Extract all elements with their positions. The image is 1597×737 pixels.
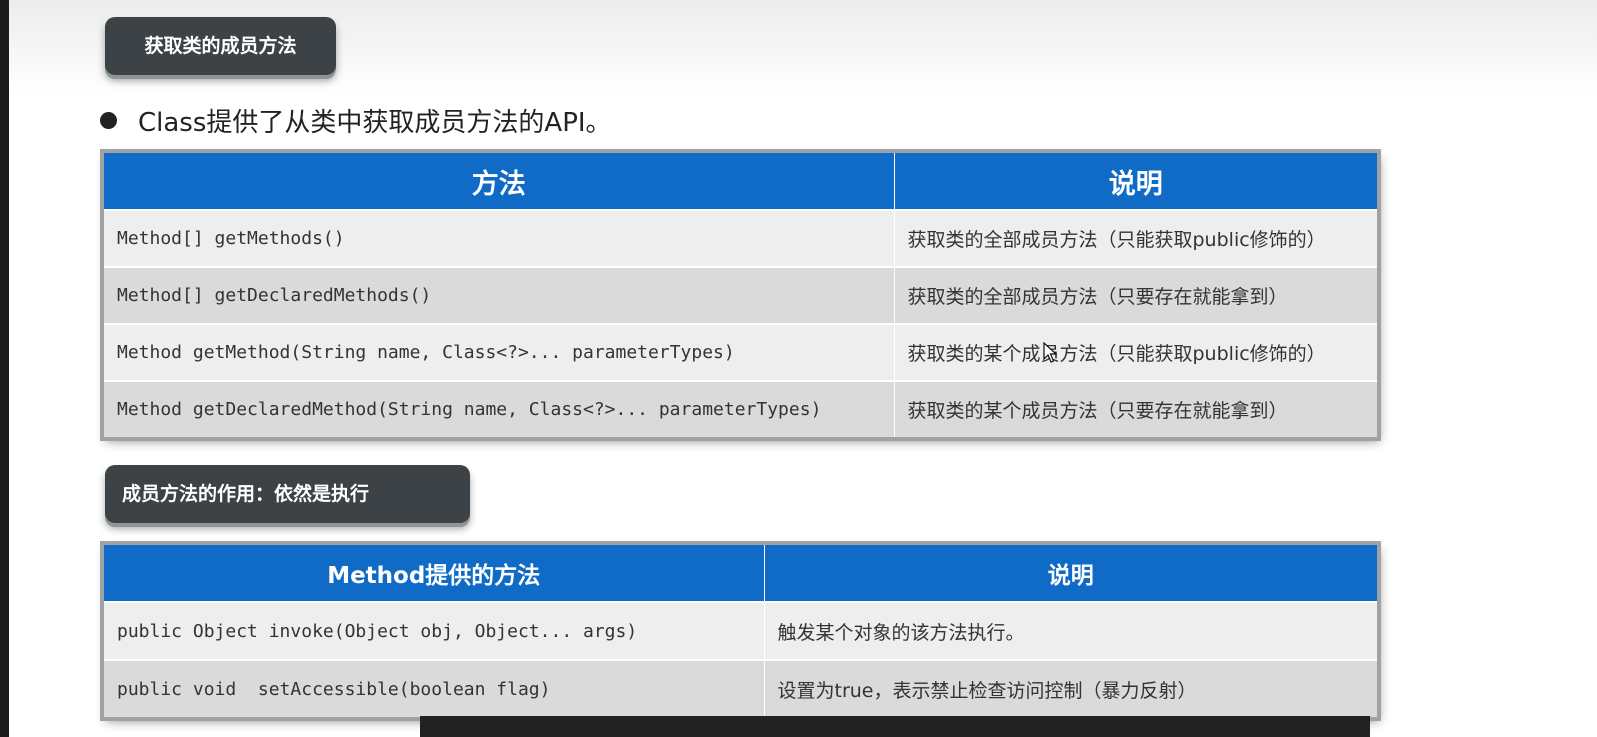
- table-row: Method[] getMethods() 获取类的全部成员方法（只能获取pub…: [104, 209, 1377, 267]
- column-header-method: 方法: [104, 153, 895, 210]
- table-row: public void setAccessible(boolean flag) …: [104, 659, 1377, 717]
- method-api-table: Method提供的方法 说明 public Object invoke(Obje…: [104, 545, 1377, 717]
- method-description-cell: 获取类的某个成员方法（只要存在就能拿到）: [894, 380, 1377, 437]
- bullet-text: Class提供了从类中获取成员方法的API。: [138, 107, 612, 138]
- class-methods-table: 方法 说明 Method[] getMethods() 获取类的全部成员方法（只…: [104, 153, 1377, 437]
- bullet-dot-icon: [100, 111, 117, 129]
- section-title-method-usage: 成员方法的作用：依然是执行: [105, 465, 470, 523]
- method-signature-cell: Method getDeclaredMethod(String name, Cl…: [104, 380, 895, 437]
- column-header-method: Method提供的方法: [104, 545, 765, 602]
- table-row: Method[] getDeclaredMethods() 获取类的全部成员方法…: [104, 266, 1377, 324]
- method-signature-cell: public Object invoke(Object obj, Object.…: [104, 601, 765, 660]
- method-description-cell: 获取类的某个成员方法（只能获取public修饰的）: [894, 323, 1377, 381]
- bullet-line: Class提供了从类中获取成员方法的API。: [100, 100, 612, 140]
- method-signature-cell: Method getMethod(String name, Class<?>..…: [104, 323, 895, 381]
- table-row: Method getDeclaredMethod(String name, Cl…: [104, 380, 1377, 437]
- column-header-description: 说明: [894, 153, 1377, 210]
- method-description-cell: 获取类的全部成员方法（只要存在就能拿到）: [894, 266, 1377, 324]
- method-description-cell: 设置为true，表示禁止检查访问控制（暴力反射）: [764, 659, 1377, 717]
- column-header-description: 说明: [764, 545, 1377, 602]
- section-title-get-methods: 获取类的成员方法: [105, 17, 336, 75]
- method-description-cell: 触发某个对象的该方法执行。: [764, 601, 1377, 660]
- table-row: Method getMethod(String name, Class<?>..…: [104, 323, 1377, 381]
- video-subtitle-strip: [420, 716, 1370, 737]
- method-description-cell: 获取类的全部成员方法（只能获取public修饰的）: [894, 209, 1377, 267]
- table-row: public Object invoke(Object obj, Object.…: [104, 601, 1377, 660]
- table-header-row: Method提供的方法 说明: [104, 545, 1377, 602]
- method-signature-cell: public void setAccessible(boolean flag): [104, 659, 765, 717]
- table-header-row: 方法 说明: [104, 153, 1377, 210]
- left-edge-strip: [0, 0, 9, 737]
- method-signature-cell: Method[] getMethods(): [104, 209, 895, 267]
- method-signature-cell: Method[] getDeclaredMethods(): [104, 266, 895, 324]
- mouse-cursor-icon: [1043, 342, 1057, 363]
